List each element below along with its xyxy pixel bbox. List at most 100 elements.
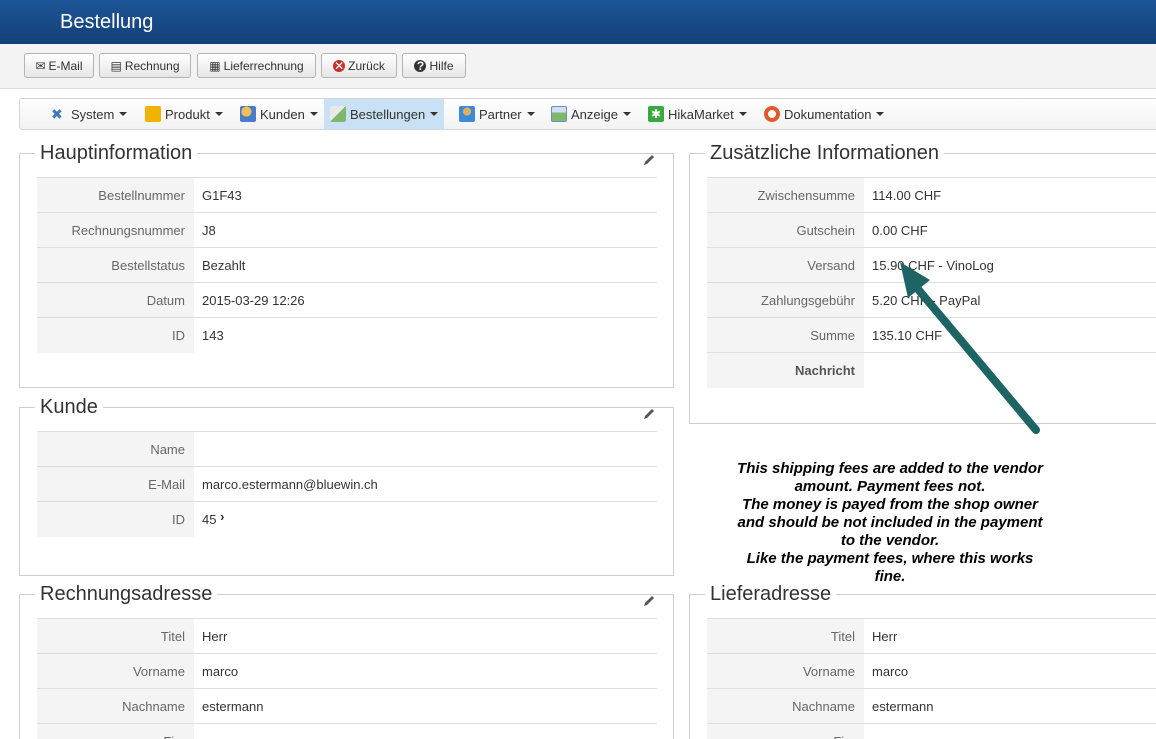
partner-icon [459,106,475,122]
row-value: Herr [872,629,898,644]
annotation-line: The money is payed from the shop owner [742,496,1038,513]
row-key: Zwischensumme [707,178,864,213]
row-value: marco.estermann@bluewin.ch [202,477,378,492]
chevron-right-icon[interactable]: › [220,509,224,524]
orders-icon [330,106,346,122]
pencil-icon[interactable] [642,594,656,608]
annotation-line: Like the payment fees, where this works [746,550,1034,567]
chevron-down-icon [526,112,535,116]
row-value: 135.10 CHF [872,328,943,343]
delivery-invoice-button-label: Lieferrechnung [223,58,304,73]
table-row: Nachname estermann [707,688,1156,724]
customer-panel: Kunde Name E-Mail marco.estermann@bluewin… [19,396,674,576]
menu-system-label: System [71,106,115,122]
envelope-icon: ✉ [35,58,46,73]
row-key: Vorname [37,654,194,689]
table-row: ID 143 [37,317,657,353]
row-key: Fi... [707,724,864,739]
help-icon: ? [414,59,427,72]
chevron-down-icon [119,112,128,116]
table-row: Fi... [707,723,1156,739]
menu-display-label: Anzeige [571,106,618,122]
back-button[interactable]: ✕ Zurück [321,53,397,78]
billing-address-table: Titel Herr Vorname marco Nachname estermann… [37,618,657,739]
help-button[interactable]: ? Hilfe [402,53,466,78]
table-row: Nachname estermann [37,688,657,724]
row-key: Bestellstatus [37,248,194,283]
table-row: ID 45 › [37,501,657,537]
menu-hikamarket[interactable]: ✱ HikaMarket [642,99,753,129]
main-menu: ✖ System Produkt Kunden Bestellungen Par… [19,98,1156,130]
main-info-panel: Hauptinformation Bestellnummer G1F43 Rech… [19,142,674,388]
email-button[interactable]: ✉ E-Mail [24,53,94,78]
toolbar: ✉ E-Mail ▤ Rechnung ▦ Lieferrechnung ✕ Z… [0,44,1156,89]
menu-system[interactable]: ✖ System [45,99,133,129]
lifebuoy-icon [764,106,780,122]
shipping-address-legend: Lieferadresse [705,583,837,606]
row-value: 2015-03-29 12:26 [202,293,305,308]
row-key: Nachricht [707,353,864,388]
menu-customers[interactable]: Kunden [234,99,324,129]
customer-id-value: 45 [202,512,217,527]
menu-product[interactable]: Produkt [139,99,229,129]
menu-partner[interactable]: Partner [453,99,541,129]
row-key: Nachname [37,689,194,724]
invoice-button-label: Rechnung [124,58,180,73]
menu-documentation[interactable]: Dokumentation [758,99,890,129]
invoice-button[interactable]: ▤ Rechnung [99,53,191,78]
annotation-line: This shipping fees are added to the vend… [737,460,1043,477]
row-key: Vorname [707,654,864,689]
table-row: Zahlungsgebühr 5.20 CHF - PayPal [707,282,1156,318]
chevron-down-icon [622,112,631,116]
pencil-icon[interactable] [642,153,656,167]
invoice-icon: ▤ [110,58,122,73]
additional-info-table: Zwischensumme 114.00 CHF Gutschein 0.00 CH… [707,177,1156,388]
chevron-down-icon [309,112,318,116]
chevron-down-icon [738,112,747,116]
row-key: Fi... [37,724,194,739]
row-key: Gutschein [707,213,864,248]
row-key: ID [37,318,194,353]
chevron-down-icon [214,112,223,116]
customer-legend: Kunde [35,396,103,419]
table-row: Bestellstatus Bezahlt [37,247,657,283]
row-value: estermann [202,699,264,714]
row-value: marco [202,664,239,679]
row-key: Datum [37,283,194,318]
row-value: 45 › [202,502,224,537]
app-window: Bestellung ✉ E-Mail ▤ Rechnung ▦ Lieferr… [0,0,1156,739]
chevron-down-icon [430,112,439,116]
pencil-icon[interactable] [642,407,656,421]
menu-orders-label: Bestellungen [350,106,426,122]
row-key: Titel [37,619,194,654]
row-value: 143 [202,328,224,343]
table-row: Bestellnummer G1F43 [37,177,657,213]
cancel-icon: ✕ [333,58,346,73]
menu-display[interactable]: Anzeige [545,99,637,129]
menu-partner-label: Partner [479,106,522,122]
table-row: Fi... [37,723,657,739]
menu-documentation-label: Dokumentation [784,106,872,122]
row-key: Zahlungsgebühr [707,283,864,318]
table-row: Titel Herr [37,618,657,654]
row-value: 15.90 CHF - VinoLog [872,258,994,273]
row-key: Bestellnummer [37,178,194,213]
delivery-invoice-button[interactable]: ▦ Lieferrechnung [197,53,316,78]
row-value: J8 [202,223,216,238]
shipping-address-panel: Lieferadresse Titel Herr Vorname marco Nac… [689,583,1156,739]
page-title: Bestellung [60,11,154,33]
users-icon [240,106,256,122]
main-info-table: Bestellnummer G1F43 Rechnungsnummer J8 Bes… [37,177,657,353]
table-row: Datum 2015-03-29 12:26 [37,282,657,318]
billing-address-legend: Rechnungsadresse [35,583,218,606]
annotation-line: to the vendor. [840,532,940,549]
delivery-icon: ▦ [209,58,221,73]
row-value: 0.00 CHF [872,223,928,238]
main-info-legend: Hauptinformation [35,142,198,165]
annotation-line: fine. [874,568,906,585]
header-bar: Bestellung [0,0,1156,44]
menu-orders[interactable]: Bestellungen [324,99,445,129]
help-button-label: Hilfe [429,58,454,73]
table-row: Vorname marco [37,653,657,689]
row-key: Rechnungsnummer [37,213,194,248]
